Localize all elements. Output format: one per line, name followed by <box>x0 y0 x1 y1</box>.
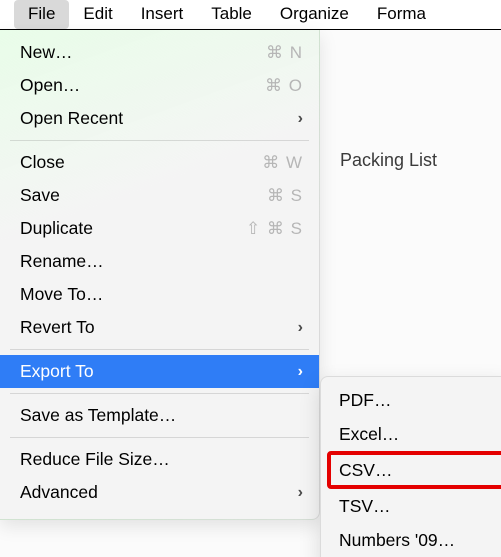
menu-item-label: Excel… <box>339 424 399 445</box>
menu-separator <box>10 349 309 350</box>
menubar-item-organize[interactable]: Organize <box>266 0 363 29</box>
menu-item-label: Reduce File Size… <box>20 449 303 470</box>
menubar-item-file[interactable]: File <box>14 0 69 29</box>
file-menu-rename[interactable]: Rename… <box>0 245 319 278</box>
document-area: Packing List New… ⌘ N Open… ⌘ O Open Rec… <box>0 30 501 557</box>
chevron-right-icon: › <box>298 363 303 381</box>
file-menu-new[interactable]: New… ⌘ N <box>0 36 319 69</box>
export-numbers09[interactable]: Numbers '09… <box>321 523 501 557</box>
file-menu-duplicate[interactable]: Duplicate ⇧ ⌘ S <box>0 212 319 245</box>
menu-item-label: Export To <box>20 361 298 382</box>
menu-item-shortcut: ⌘ N <box>266 43 303 63</box>
file-menu-revert-to[interactable]: Revert To › <box>0 311 319 344</box>
menu-item-label: Close <box>20 152 262 173</box>
menubar-item-table[interactable]: Table <box>197 0 266 29</box>
menu-item-label: Move To… <box>20 284 303 305</box>
chevron-right-icon: › <box>298 319 303 337</box>
menu-item-label: PDF… <box>339 390 392 411</box>
menu-separator <box>10 140 309 141</box>
file-menu-save[interactable]: Save ⌘ S <box>0 179 319 212</box>
menu-item-label: Advanced <box>20 482 298 503</box>
chevron-right-icon: › <box>298 484 303 502</box>
file-menu-close[interactable]: Close ⌘ W <box>0 146 319 179</box>
menu-item-label: Duplicate <box>20 218 246 239</box>
file-menu-move-to[interactable]: Move To… <box>0 278 319 311</box>
menu-item-label: Rename… <box>20 251 303 272</box>
menu-item-label: TSV… <box>339 496 391 517</box>
export-tsv[interactable]: TSV… <box>321 489 501 523</box>
menu-item-label: Revert To <box>20 317 298 338</box>
file-menu-open-recent[interactable]: Open Recent › <box>0 102 319 135</box>
menubar: File Edit Insert Table Organize Forma <box>0 0 501 30</box>
file-menu: New… ⌘ N Open… ⌘ O Open Recent › Close ⌘… <box>0 30 320 520</box>
menu-item-label: Save <box>20 185 267 206</box>
menubar-item-format[interactable]: Forma <box>363 0 440 29</box>
file-menu-save-as-template[interactable]: Save as Template… <box>0 399 319 432</box>
export-csv[interactable]: CSV… <box>329 453 501 487</box>
file-menu-advanced[interactable]: Advanced › <box>0 476 319 509</box>
export-pdf[interactable]: PDF… <box>321 383 501 417</box>
menubar-item-edit[interactable]: Edit <box>69 0 126 29</box>
menu-separator <box>10 393 309 394</box>
export-excel[interactable]: Excel… <box>321 417 501 451</box>
menu-item-label: Open Recent <box>20 108 298 129</box>
file-menu-open[interactable]: Open… ⌘ O <box>0 69 319 102</box>
menu-item-shortcut: ⌘ S <box>267 186 303 206</box>
menu-item-label: CSV… <box>339 460 392 481</box>
menu-item-shortcut: ⌘ O <box>265 76 303 96</box>
file-menu-export-to[interactable]: Export To › <box>0 355 319 388</box>
menu-item-shortcut: ⌘ W <box>262 153 303 173</box>
chevron-right-icon: › <box>298 110 303 128</box>
file-menu-reduce-file-size[interactable]: Reduce File Size… <box>0 443 319 476</box>
menu-item-label: New… <box>20 42 266 63</box>
menu-item-shortcut: ⇧ ⌘ S <box>246 219 303 239</box>
sheet-tab-label[interactable]: Packing List <box>340 150 437 171</box>
menubar-item-insert[interactable]: Insert <box>127 0 198 29</box>
menu-separator <box>10 437 309 438</box>
menu-item-label: Save as Template… <box>20 405 303 426</box>
menu-item-label: Open… <box>20 75 265 96</box>
menu-item-label: Numbers '09… <box>339 530 455 551</box>
export-to-submenu: PDF… Excel… CSV… TSV… Numbers '09… <box>320 376 501 557</box>
